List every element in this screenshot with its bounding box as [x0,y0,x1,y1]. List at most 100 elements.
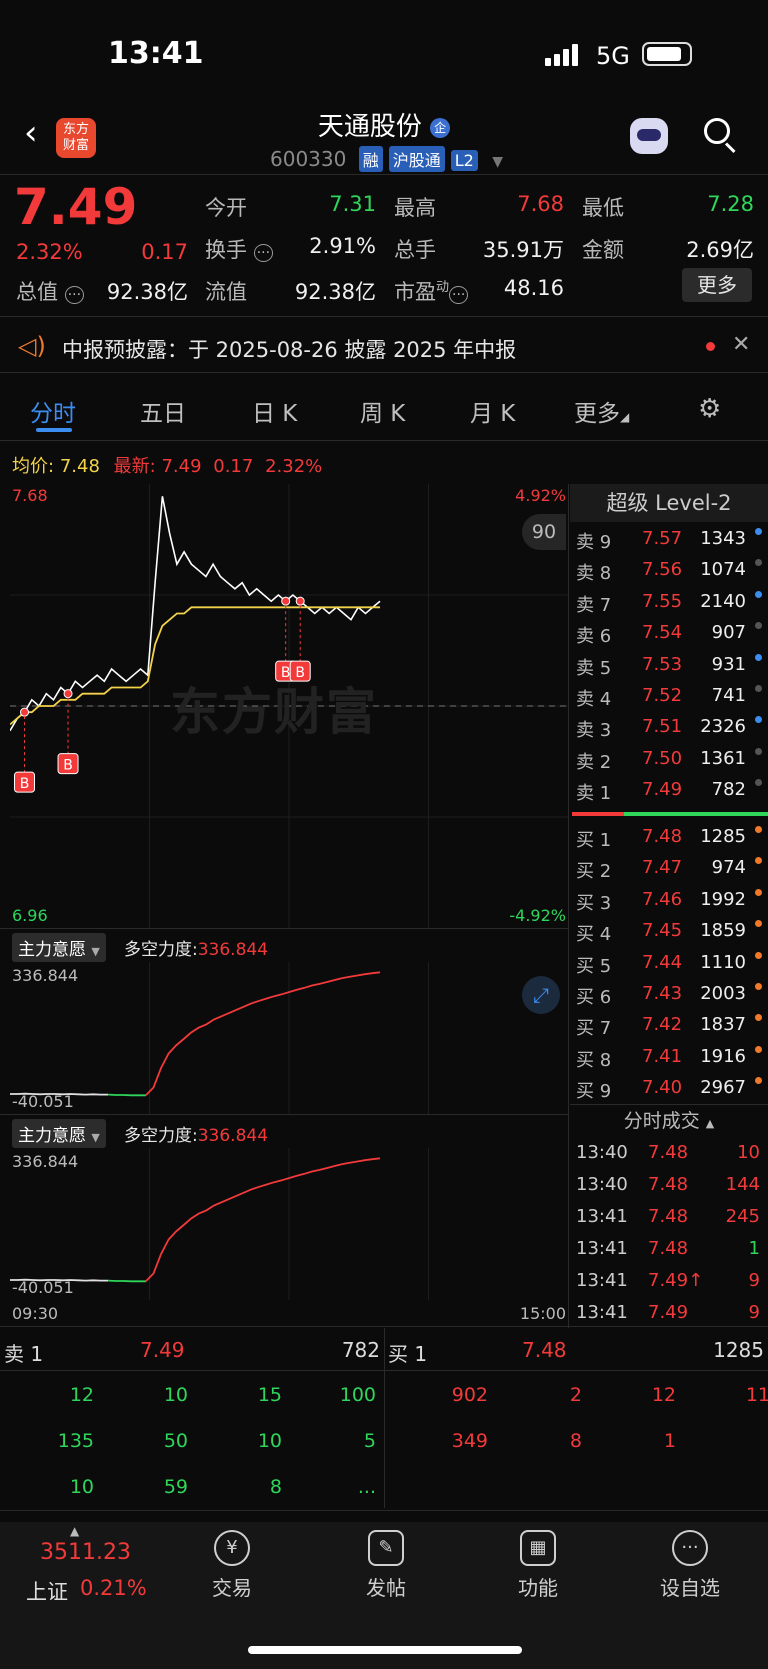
index-value[interactable]: 3511.23 [40,1540,131,1565]
ask-level-row[interactable]: 卖 4 7.52 741 [576,681,766,712]
bid-level-row[interactable]: 买 9 7.40 2967 [576,1073,766,1104]
indicator-2-chart[interactable] [10,1148,568,1300]
level-price: 7.42 [642,1014,683,1036]
bid-level-row[interactable]: 买 3 7.46 1992 [576,885,766,916]
ask-level-row[interactable]: 卖 2 7.50 1361 [576,744,766,775]
bid-level-row[interactable]: 买 5 7.44 1110 [576,948,766,979]
info-icon[interactable]: ··· [449,286,469,304]
float-badge[interactable]: 90 [522,514,566,550]
bid-level-row[interactable]: 买 4 7.45 1859 [576,916,766,947]
level-dot [755,747,762,755]
ask-level-row[interactable]: 卖 5 7.53 931 [576,650,766,681]
indicator-1-selector[interactable]: 主力意愿 ▼ [12,933,106,962]
level-dot [755,983,762,990]
trade-volume: 245 [725,1206,760,1227]
bid-level-row[interactable]: 买 2 7.47 974 [576,853,766,884]
change-pct: 2.32% [16,240,83,264]
trade-row: 13:40 7.48 10 [576,1138,766,1170]
trade-time: 13:41 [576,1206,628,1227]
nav-trade[interactable]: ¥ 交易 [172,1530,292,1601]
tab-month-k[interactable]: 月 K [470,394,515,428]
level-label: 买 4 [576,924,612,946]
tab-five-day[interactable]: 五日 [140,394,186,428]
ask-level-row[interactable]: 卖 8 7.56 1074 [576,555,766,586]
x-end-label: 15:00 [519,1304,566,1323]
trade-row: 13:41 7.48 1 [576,1234,766,1266]
nav-post[interactable]: ✎ 发帖 [326,1530,446,1601]
trade-volume: 1 [748,1238,760,1259]
tab-day-k[interactable]: 日 K [252,394,297,428]
nav-functions[interactable]: ▦ 功能 [478,1530,598,1601]
last-price: 7.49 [14,178,138,236]
mktcap-value: 92.38亿 [106,280,188,304]
queue-ask-order: ... [357,1476,376,1498]
level-label: 买 6 [576,987,612,1008]
more-button[interactable]: 更多 [682,268,752,302]
robot-assistant-icon[interactable] [630,118,668,154]
queue-bid-order: 8 [569,1430,582,1452]
indicator-1-chart[interactable] [10,962,568,1114]
trades-title[interactable]: 分时成交 ▲ [570,1104,768,1137]
level-label: 卖 5 [576,657,612,679]
chevron-down-icon[interactable]: ▼ [492,154,503,170]
queue-ask-label: 卖 1 [4,1342,44,1366]
level-price: 7.52 [642,685,683,706]
indicator-1-metric: 多空力度:336.844 [124,940,269,960]
buy-marker-dot [20,707,30,717]
trade-volume: 144 [725,1174,760,1195]
trade-time: 13:41 [576,1270,628,1291]
turnover-value: 2.91% [309,234,376,258]
change-value: 0.17 [141,240,188,264]
ask-level-row[interactable]: 卖 3 7.51 2326 [576,712,766,743]
bid-level-row[interactable]: 买 8 7.41 1916 [576,1042,766,1073]
level-price: 7.53 [642,653,683,675]
latest-value: 7.49 [161,456,202,477]
level-dot [755,716,762,724]
tab-active-underline [36,428,72,432]
bid-level-row[interactable]: 买 1 7.48 1285 [576,822,766,853]
notice-text[interactable]: 中报预披露：于 2025-08-26 披露 2025 年中报 [62,334,516,364]
queue-header-divider [0,1370,768,1371]
level-volume: 2967 [700,1077,746,1099]
nav-watchlist[interactable]: ··· 设自选 [630,1530,750,1601]
level-volume: 1285 [700,826,746,847]
orderbook-title[interactable]: 超级 Level-2 [570,484,768,522]
level-dot [755,1077,762,1085]
info-icon[interactable]: ··· [253,244,274,262]
level-volume: 2003 [700,983,746,1004]
info-icon[interactable]: ··· [64,286,85,304]
grid-icon: ▦ [520,1530,556,1566]
level-price: 7.41 [642,1045,683,1067]
amount-label: 金额 [582,238,624,262]
bid-level-row[interactable]: 买 6 7.43 2003 [576,979,766,1010]
pct-min-label: -4.92% [509,906,566,925]
level-volume: 974 [711,857,746,879]
indicator-1-header: 主力意愿 ▼ 多空力度:336.844 [0,928,568,962]
index-name[interactable]: 上证 [26,1576,68,1606]
indicator-line-positive [145,1157,381,1282]
close-icon[interactable]: ✕ [732,332,750,357]
gear-icon[interactable]: ⚙ [698,394,721,424]
tab-intraday[interactable]: 分时 [30,394,76,428]
index-arrow-icon: ▲ [70,1524,80,1538]
indicator-line-positive [145,971,381,1096]
indicator-2-selector[interactable]: 主力意愿 ▼ [12,1119,106,1148]
queue-ask-order: 5 [363,1430,376,1452]
index-pct[interactable]: 0.21% [80,1576,147,1600]
buy-marker-label: B [20,776,30,792]
notice-divider [0,372,768,373]
bid-level-row[interactable]: 买 7 7.42 1837 [576,1010,766,1041]
expand-icon[interactable]: ⤢ [522,976,560,1014]
ask-level-row[interactable]: 卖 9 7.57 1343 [576,524,766,555]
ask-level-row[interactable]: 卖 1 7.49 782 [576,775,766,806]
queue-bid-order: 349 [451,1430,488,1452]
pe-value: 48.16 [503,276,564,300]
tab-more[interactable]: 更多◢ [574,394,629,428]
level-label: 买 9 [576,1081,612,1103]
ask-level-row[interactable]: 卖 7 7.55 2140 [576,587,766,618]
level-dot [755,622,762,630]
search-icon[interactable] [704,118,736,154]
open-label: 今开 [205,196,247,220]
ask-level-row[interactable]: 卖 6 7.54 907 [576,618,766,649]
tab-week-k[interactable]: 周 K [360,394,405,428]
